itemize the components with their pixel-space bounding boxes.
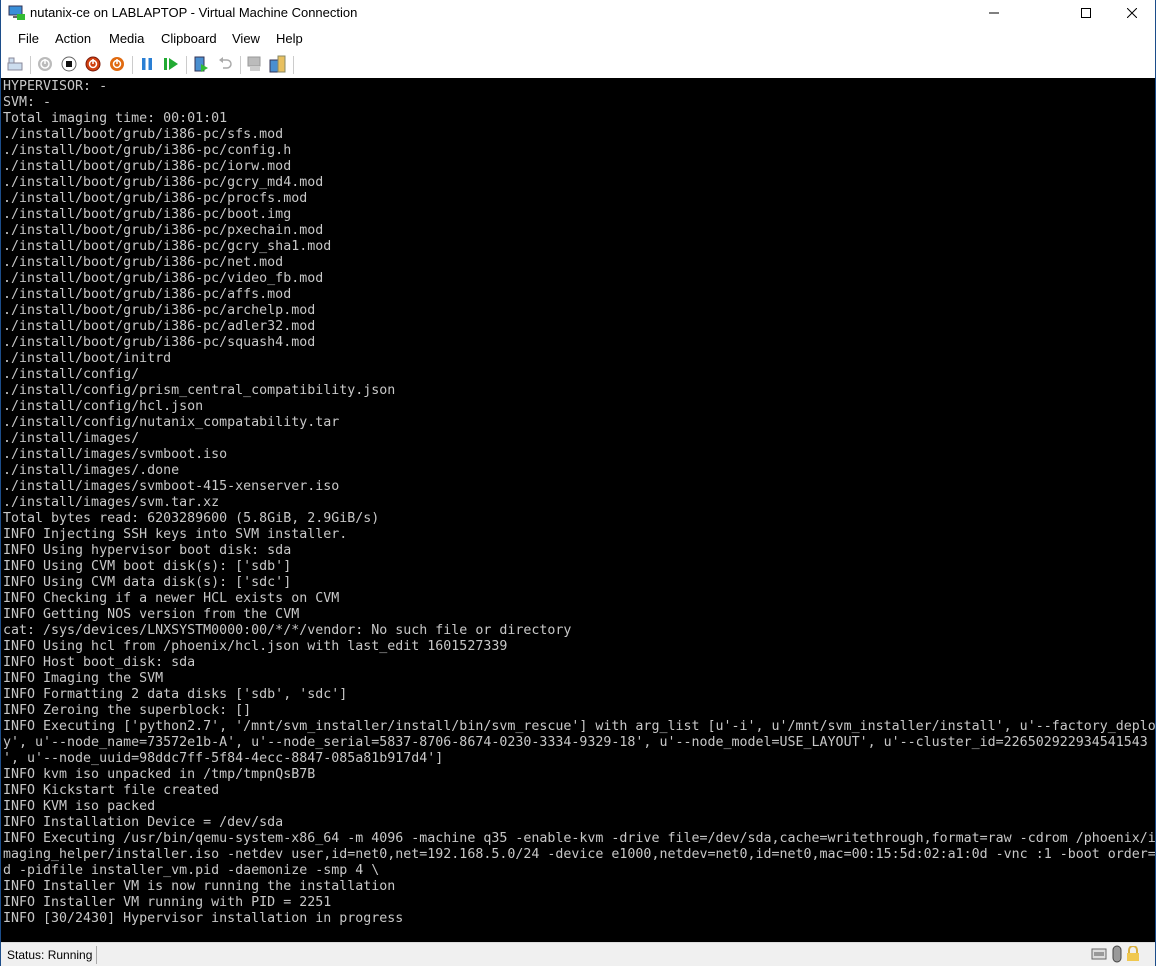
console-line: ./install/images/svm.tar.xz [3, 495, 220, 510]
revert-button[interactable] [216, 55, 234, 73]
save-state-icon [110, 57, 124, 71]
console-line: HYPERVISOR: - [3, 79, 108, 94]
menu-media[interactable]: Media [109, 31, 144, 46]
console-line: ./install/boot/grub/i386-pc/archelp.mod [3, 303, 316, 318]
console-line: INFO Executing /usr/bin/qemu-system-x86_… [3, 831, 1155, 846]
menu-clipboard[interactable]: Clipboard [161, 31, 217, 46]
console-line: y', u'--node_name=73572e1b-A', u'--node_… [3, 735, 1148, 750]
console-line: maging_helper/installer.iso -netdev user… [3, 847, 1155, 862]
lock-icon [1127, 946, 1139, 961]
console-line: INFO Installer VM running with PID = 225… [3, 895, 332, 910]
console-line: INFO Using hypervisor boot disk: sda [3, 543, 292, 558]
console-line: INFO Kickstart file created [3, 783, 220, 798]
toolbar [1, 50, 1155, 78]
pause-button[interactable] [138, 55, 156, 73]
console-line: INFO Using CVM boot disk(s): ['sdb'] [3, 559, 292, 574]
console-line: INFO Using hcl from /phoenix/hcl.json wi… [3, 639, 508, 654]
console-line: ./install/boot/grub/i386-pc/net.mod [3, 255, 284, 270]
enhanced-session-button[interactable] [246, 55, 264, 73]
console-line: INFO Formatting 2 data disks ['sdb', 'sd… [3, 687, 348, 702]
console-line: ./install/config/ [3, 367, 140, 382]
console-line: ./install/boot/grub/i386-pc/video_fb.mod [3, 271, 324, 286]
menu-help[interactable]: Help [276, 31, 303, 46]
play-icon [164, 58, 178, 70]
console-line: INFO Zeroing the superblock: [] [3, 703, 252, 718]
console-line: INFO Injecting SSH keys into SVM install… [3, 527, 348, 542]
maximize-button[interactable] [1063, 0, 1109, 26]
checkpoint-icon [194, 56, 208, 72]
console-line: cat: /sys/devices/LNXSYSTM0000:00/*/*/ve… [3, 623, 572, 638]
share-button[interactable] [269, 55, 287, 73]
resume-button[interactable] [162, 55, 180, 73]
console-line: INFO Imaging the SVM [3, 671, 164, 686]
console-line: INFO Using CVM data disk(s): ['sdc'] [3, 575, 292, 590]
console-line: ./install/boot/grub/i386-pc/config.h [3, 143, 292, 158]
console-line: INFO Getting NOS version from the CVM [3, 607, 300, 622]
console-line: ./install/config/prism_central_compatibi… [3, 383, 396, 398]
console-line: Total bytes read: 6203289600 (5.8GiB, 2.… [3, 511, 380, 526]
share-icon [269, 55, 286, 73]
shutdown-icon [85, 56, 101, 72]
console-line: ./install/boot/grub/i386-pc/adler32.mod [3, 319, 316, 334]
start-button[interactable] [36, 55, 54, 73]
save-button[interactable] [108, 55, 126, 73]
undo-icon [219, 57, 232, 69]
console-line: SVM: - [3, 95, 52, 110]
vm-console-screen[interactable]: HYPERVISOR: - SVM: - Total imaging time: 0… [1, 78, 1155, 942]
menu-action[interactable]: Action [55, 31, 91, 46]
keyboard-icon [7, 57, 23, 71]
stop-icon [61, 56, 77, 72]
console-line: ./install/config/hcl.json [3, 399, 204, 414]
ctrl-alt-del-button[interactable] [6, 55, 24, 73]
enhanced-session-icon [247, 56, 261, 71]
vm-connection-window: nutanix-ce on LABLAPTOP - Virtual Machin… [0, 0, 1156, 966]
console-line: ./install/boot/grub/i386-pc/boot.img [3, 207, 292, 222]
console-line: INFO Executing ['python2.7', '/mnt/svm_i… [3, 719, 1155, 734]
console-line: ./install/images/.done [3, 463, 180, 478]
menu-view[interactable]: View [232, 31, 260, 46]
console-line: Total imaging time: 00:01:01 [3, 111, 228, 126]
power-icon [38, 57, 52, 71]
status-text: Status: Running [7, 948, 93, 962]
console-line: INFO Installation Device = /dev/sda [3, 815, 284, 830]
console-line: INFO Host boot_disk: sda [3, 655, 196, 670]
console-line: INFO KVM iso packed [3, 799, 156, 814]
console-line: ./install/images/svmboot.iso [3, 447, 228, 462]
shut-down-button[interactable] [84, 55, 102, 73]
checkpoint-button[interactable] [192, 55, 210, 73]
console-line: ./install/images/svmboot-415-xenserver.i… [3, 479, 340, 494]
status-bar: Status: Running [1, 942, 1155, 966]
vm-connection-icon [8, 5, 25, 20]
title-bar: nutanix-ce on LABLAPTOP - Virtual Machin… [1, 0, 1155, 26]
console-line: ./install/boot/grub/i386-pc/sfs.mod [3, 127, 284, 142]
console-line: ./install/boot/grub/i386-pc/squash4.mod [3, 335, 316, 350]
console-line: ./install/boot/grub/i386-pc/procfs.mod [3, 191, 308, 206]
console-line: ./install/boot/grub/i386-pc/iorw.mod [3, 159, 292, 174]
console-line: INFO Installer VM is now running the ins… [3, 879, 396, 894]
console-line: ./install/boot/grub/i386-pc/pxechain.mod [3, 223, 324, 238]
close-button[interactable] [1109, 0, 1155, 26]
console-line: ./install/images/ [3, 431, 140, 446]
window-title: nutanix-ce on LABLAPTOP - Virtual Machin… [30, 5, 358, 20]
minimize-button[interactable] [971, 0, 1017, 26]
console-line: d -pidfile installer_vm.pid -daemonize -… [3, 863, 380, 878]
console-line: ./install/boot/initrd [3, 351, 172, 366]
mouse-icon [1112, 945, 1122, 963]
console-line: ./install/boot/grub/i386-pc/affs.mod [3, 287, 292, 302]
console-line: ./install/config/nutanix_compatability.t… [3, 415, 340, 430]
console-line: ', u'--node_uuid=98ddc7ff-5f84-4ecc-8847… [3, 751, 444, 766]
console-line: INFO [30/2430] Hypervisor installation i… [3, 911, 404, 926]
console-line: INFO Checking if a newer HCL exists on C… [3, 591, 340, 606]
keyboard-icon [1091, 948, 1107, 960]
menu-bar: File Action Media Clipboard View Help [1, 27, 1155, 50]
menu-file[interactable]: File [18, 31, 39, 46]
console-line: ./install/boot/grub/i386-pc/gcry_md4.mod [3, 175, 324, 190]
pause-icon [142, 58, 152, 70]
turn-off-button[interactable] [60, 55, 78, 73]
console-line: INFO kvm iso unpacked in /tmp/tmpnQsB7B [3, 767, 316, 782]
console-line: ./install/boot/grub/i386-pc/gcry_sha1.mo… [3, 239, 332, 254]
